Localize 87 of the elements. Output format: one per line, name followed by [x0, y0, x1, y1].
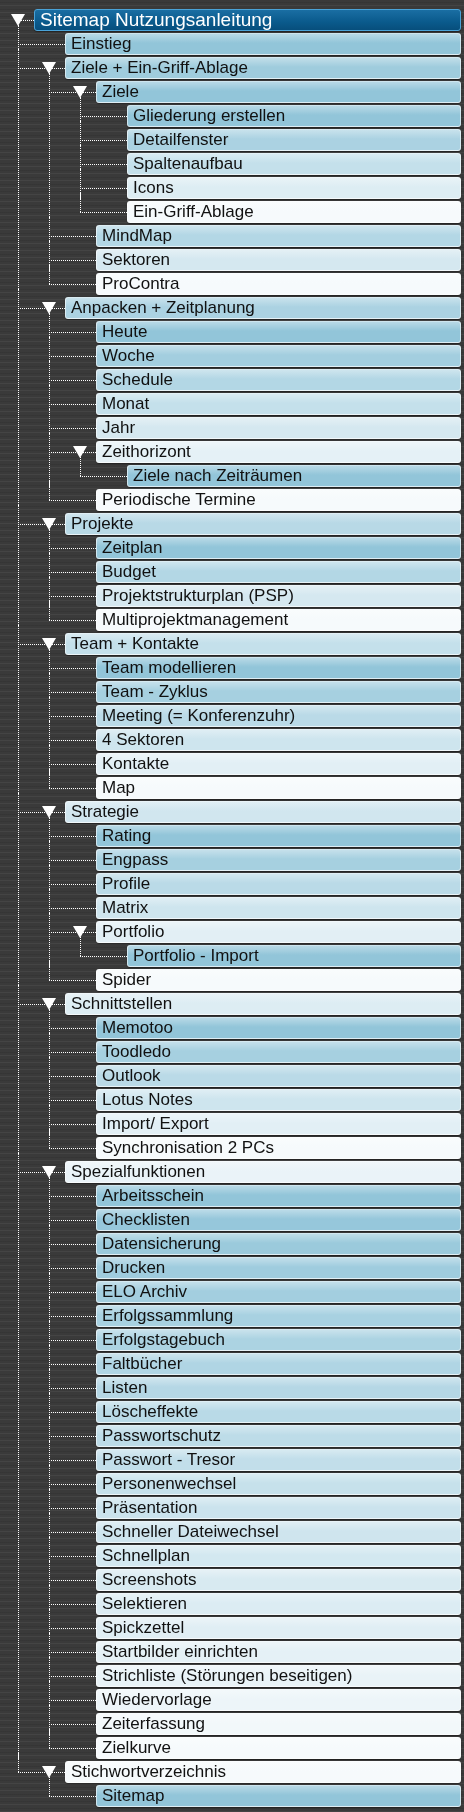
- tree-item[interactable]: Map: [96, 777, 461, 799]
- tree-item[interactable]: Strategie: [65, 801, 461, 823]
- tree-item[interactable]: Team + Kontakte: [65, 633, 461, 655]
- tree-item[interactable]: ELO Archiv: [96, 1281, 461, 1303]
- tree-item[interactable]: Erfolgstagebuch: [96, 1329, 461, 1351]
- triangle-icon[interactable]: [42, 518, 56, 530]
- tree-item[interactable]: Passwortschutz: [96, 1425, 461, 1447]
- tree-item[interactable]: Einstieg: [65, 33, 461, 55]
- tree-item[interactable]: Ziele nach Zeiträumen: [127, 465, 461, 487]
- triangle-icon[interactable]: [42, 998, 56, 1010]
- tree-item[interactable]: Datensicherung: [96, 1233, 461, 1255]
- tree-item[interactable]: Gliederung erstellen: [127, 105, 461, 127]
- tree-item[interactable]: Projekte: [65, 513, 461, 535]
- tree-item[interactable]: Spickzettel: [96, 1617, 461, 1639]
- tree-item[interactable]: Detailfenster: [127, 129, 461, 151]
- triangle-icon[interactable]: [42, 1166, 56, 1178]
- tree-item[interactable]: Passwort - Tresor: [96, 1449, 461, 1471]
- tree-item[interactable]: Drucken: [96, 1257, 461, 1279]
- tree-item[interactable]: Sitemap: [96, 1785, 461, 1807]
- tree-item[interactable]: MindMap: [96, 225, 461, 247]
- triangle-icon[interactable]: [42, 638, 56, 650]
- tree-item[interactable]: Zeitplan: [96, 537, 461, 559]
- tree-item[interactable]: Startbilder einrichten: [96, 1641, 461, 1663]
- tree-item[interactable]: Rating: [96, 825, 461, 847]
- tree-item[interactable]: Zielkurve: [96, 1737, 461, 1759]
- tree-item[interactable]: Strichliste (Störungen beseitigen): [96, 1665, 461, 1687]
- tree-item[interactable]: Memotoo: [96, 1017, 461, 1039]
- tree-item[interactable]: Ziele + Ein-Griff-Ablage: [65, 57, 461, 79]
- tree-item[interactable]: Spezialfunktionen: [65, 1161, 461, 1183]
- tree-item[interactable]: Arbeitsschein: [96, 1185, 461, 1207]
- triangle-icon[interactable]: [42, 302, 56, 314]
- tree-item[interactable]: Screenshots: [96, 1569, 461, 1591]
- tree-item[interactable]: Ziele: [96, 81, 461, 103]
- tree-item[interactable]: Heute: [96, 321, 461, 343]
- triangle-icon[interactable]: [42, 806, 56, 818]
- tree-item[interactable]: Löscheffekte: [96, 1401, 461, 1423]
- tree-item[interactable]: Listen: [96, 1377, 461, 1399]
- tree-item[interactable]: Projektstrukturplan (PSP): [96, 585, 461, 607]
- tree-item[interactable]: Erfolgssammlung: [96, 1305, 461, 1327]
- tree-item[interactable]: Multiprojektmanagement: [96, 609, 461, 631]
- tree-item[interactable]: Periodische Termine: [96, 489, 461, 511]
- tree-item[interactable]: Schneller Dateiwechsel: [96, 1521, 461, 1543]
- tree-item[interactable]: Spider: [96, 969, 461, 991]
- tree-item[interactable]: Personenwechsel: [96, 1473, 461, 1495]
- tree-item[interactable]: Schnellplan: [96, 1545, 461, 1567]
- tree-item[interactable]: Faltbücher: [96, 1353, 461, 1375]
- triangle-icon[interactable]: [11, 14, 25, 26]
- triangle-icon[interactable]: [73, 86, 87, 98]
- tree-item[interactable]: Wiedervorlage: [96, 1689, 461, 1711]
- tree-item[interactable]: Kontakte: [96, 753, 461, 775]
- tree-item[interactable]: Spaltenaufbau: [127, 153, 461, 175]
- tree-item[interactable]: Präsentation: [96, 1497, 461, 1519]
- tree-item[interactable]: Lotus Notes: [96, 1089, 461, 1111]
- tree-item[interactable]: Ein-Griff-Ablage: [127, 201, 461, 223]
- tree-item[interactable]: Zeithorizont: [96, 441, 461, 463]
- tree-item[interactable]: Icons: [127, 177, 461, 199]
- triangle-icon[interactable]: [73, 926, 87, 938]
- triangle-icon[interactable]: [42, 1766, 56, 1778]
- tree-item[interactable]: 4 Sektoren: [96, 729, 461, 751]
- tree-item[interactable]: Stichwortverzeichnis: [65, 1761, 461, 1783]
- tree-item[interactable]: Checklisten: [96, 1209, 461, 1231]
- tree-item[interactable]: Import/ Export: [96, 1113, 461, 1135]
- tree-item[interactable]: Portfolio: [96, 921, 461, 943]
- triangle-icon[interactable]: [42, 62, 56, 74]
- tree-item[interactable]: Engpass: [96, 849, 461, 871]
- tree-item[interactable]: Monat: [96, 393, 461, 415]
- tree-item[interactable]: Synchronisation 2 PCs: [96, 1137, 461, 1159]
- triangle-icon[interactable]: [73, 446, 87, 458]
- tree-item[interactable]: Toodledo: [96, 1041, 461, 1063]
- tree-item[interactable]: ProContra: [96, 273, 461, 295]
- tree-item[interactable]: Profile: [96, 873, 461, 895]
- tree-item[interactable]: Team - Zyklus: [96, 681, 461, 703]
- tree-item[interactable]: Outlook: [96, 1065, 461, 1087]
- tree-item[interactable]: Meeting (= Konferenzuhr): [96, 705, 461, 727]
- tree-item[interactable]: Selektieren: [96, 1593, 461, 1615]
- tree-item[interactable]: Schnittstellen: [65, 993, 461, 1015]
- tree-item[interactable]: Sitemap Nutzungsanleitung: [34, 9, 461, 31]
- tree-item[interactable]: Matrix: [96, 897, 461, 919]
- tree-item[interactable]: Budget: [96, 561, 461, 583]
- tree-item[interactable]: Jahr: [96, 417, 461, 439]
- tree-item[interactable]: Anpacken + Zeitplanung: [65, 297, 461, 319]
- tree-item[interactable]: Zeiterfassung: [96, 1713, 461, 1735]
- tree-item[interactable]: Schedule: [96, 369, 461, 391]
- tree-item[interactable]: Team modellieren: [96, 657, 461, 679]
- tree-item[interactable]: Portfolio - Import: [127, 945, 461, 967]
- tree-item[interactable]: Woche: [96, 345, 461, 367]
- tree-item[interactable]: Sektoren: [96, 249, 461, 271]
